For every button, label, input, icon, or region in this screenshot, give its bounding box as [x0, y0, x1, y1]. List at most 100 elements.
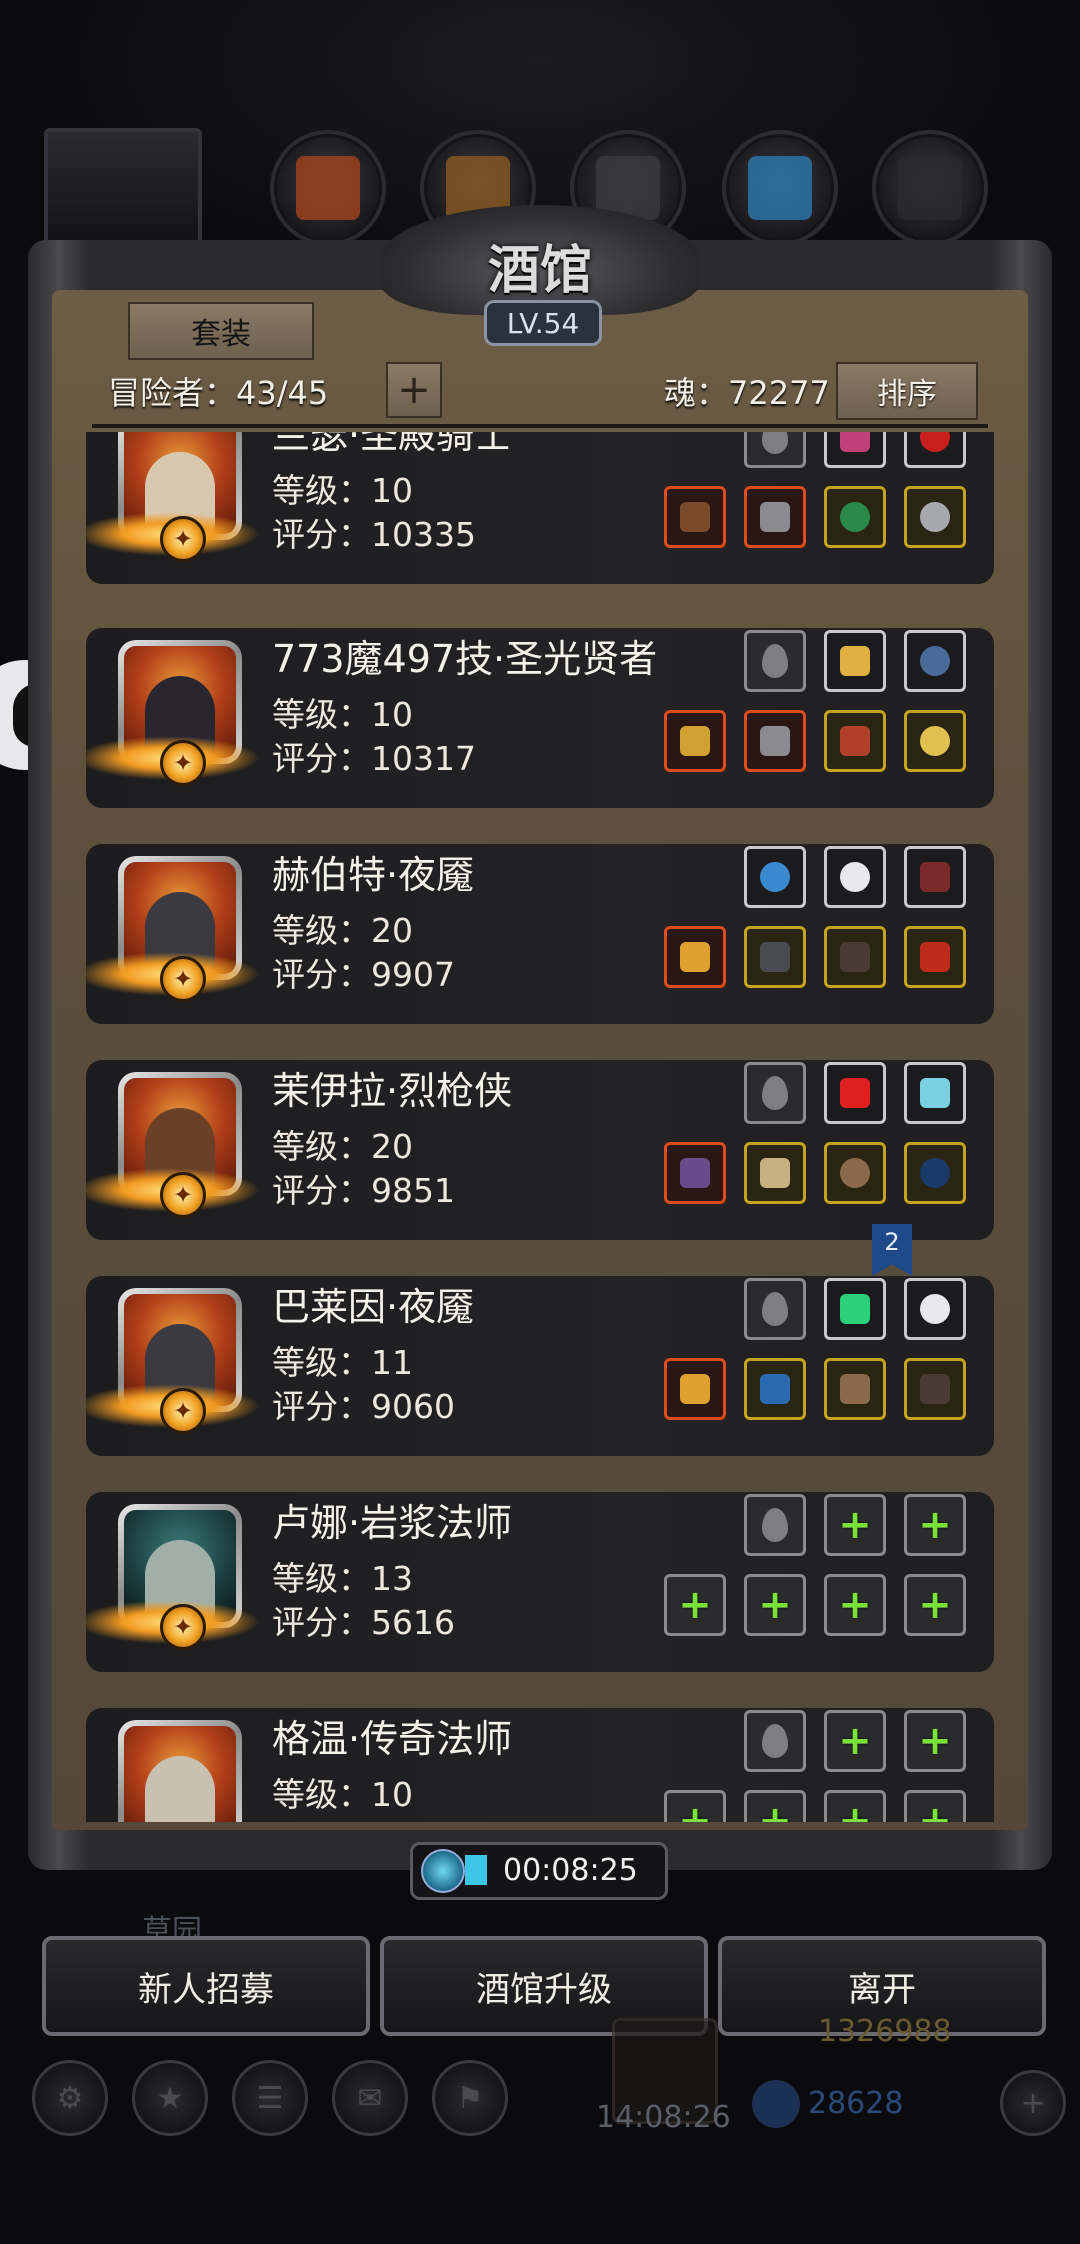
soul-slot[interactable] — [744, 432, 806, 468]
lantern-item-icon[interactable] — [824, 630, 886, 692]
tavern-level-badge: LV.54 — [484, 300, 602, 346]
hero-level: 等级：10 — [272, 471, 413, 510]
vase-item-icon[interactable] — [904, 1142, 966, 1204]
hero-score: 评分：5616 — [272, 1603, 455, 1642]
mail-icon[interactable]: ✉ — [332, 2060, 408, 2136]
necklace-item-icon[interactable] — [824, 486, 886, 548]
potion-item-icon[interactable] — [904, 926, 966, 988]
add-item-plus-icon[interactable]: + — [904, 1574, 966, 1636]
hero-score: 评分：10335 — [272, 515, 476, 554]
gold-amount: 1326988 — [818, 2014, 952, 2049]
recruit-button[interactable]: 新人招募 — [42, 1936, 370, 2036]
ring-item-icon[interactable] — [904, 710, 966, 772]
coral-item-icon[interactable] — [824, 432, 886, 468]
add-item-plus-icon[interactable]: + — [824, 1790, 886, 1822]
adventurer-count: 冒险者：43/45 — [108, 374, 329, 412]
add-item-plus-icon[interactable]: + — [824, 1574, 886, 1636]
stone-item-icon[interactable] — [904, 1278, 966, 1340]
star-badge-icon: ✦ — [160, 1604, 206, 1650]
star-badge-icon: ✦ — [160, 740, 206, 786]
add-item-plus-icon[interactable]: + — [904, 1494, 966, 1556]
hero-card[interactable]: 格温·传奇法师 等级：10 + + + + + + — [86, 1708, 994, 1822]
chest-armor-item-icon[interactable] — [744, 1358, 806, 1420]
hero-card[interactable]: ✦ 卢娜·岩浆法师 等级：13 评分：5616 + + + + + + — [86, 1492, 994, 1672]
add-item-plus-icon[interactable]: + — [824, 1494, 886, 1556]
hero-level: 等级：20 — [272, 1127, 413, 1166]
set-button[interactable]: 套装 — [128, 302, 314, 360]
stone-item-icon[interactable] — [824, 846, 886, 908]
soul-slot[interactable] — [744, 1062, 806, 1124]
handshake-icon[interactable]: ⚑ — [432, 2060, 508, 2136]
hero-list[interactable]: ✦ 兰瑟·圣殿骑士 等级：10 评分：10335 ✦ 773魔497技·圣光贤者… — [86, 432, 994, 1822]
hero-score: 评分：9060 — [272, 1387, 455, 1426]
horn-item-icon[interactable] — [904, 846, 966, 908]
star-badge-icon: ✦ — [160, 1172, 206, 1218]
mask-item-icon[interactable] — [744, 1142, 806, 1204]
hero-level: 等级：13 — [272, 1559, 413, 1598]
hero-card[interactable]: ✦ 773魔497技·圣光贤者 等级：10 评分：10317 — [86, 628, 994, 808]
armor-item-icon[interactable] — [744, 486, 806, 548]
gem-amount: 28628 — [808, 2086, 904, 2121]
soul-slot[interactable] — [744, 1278, 806, 1340]
page-title: 酒馆 — [487, 240, 592, 301]
cloak-item-icon[interactable] — [904, 1358, 966, 1420]
hammer-item-icon[interactable] — [664, 710, 726, 772]
add-item-plus-icon[interactable]: + — [904, 1710, 966, 1772]
header-divider — [92, 424, 988, 428]
skull-mask-item-icon[interactable] — [824, 1358, 886, 1420]
heart-item-icon[interactable] — [824, 710, 886, 772]
hero-card[interactable]: ✦ 兰瑟·圣殿骑士 等级：10 评分：10335 — [86, 432, 994, 584]
timer-progress — [465, 1855, 487, 1885]
armor-item-icon[interactable] — [744, 926, 806, 988]
emerald-item-icon[interactable] — [824, 1278, 886, 1340]
hero-name: 兰瑟·圣殿骑士 — [272, 432, 513, 457]
add-item-plus-icon[interactable]: + — [904, 1790, 966, 1822]
add-item-plus-icon[interactable]: + — [744, 1574, 806, 1636]
soul-slot[interactable] — [744, 630, 806, 692]
ruby-item-icon[interactable] — [904, 432, 966, 468]
hero-card[interactable]: ✦ 茉伊拉·烈枪侠 等级：20 评分：9851 — [86, 1060, 994, 1240]
armor-item-icon[interactable] — [744, 710, 806, 772]
soul-slot[interactable] — [744, 1710, 806, 1772]
clock-text: 14:08:26 — [596, 2100, 731, 2135]
hero-card[interactable]: ✦ 巴莱因·夜魇 等级：11 评分：9060 2 — [86, 1224, 994, 1456]
add-item-plus-icon[interactable]: + — [744, 1790, 806, 1822]
hero-name: 赫伯特·夜魇 — [272, 853, 475, 897]
add-item-plus-icon[interactable]: + — [664, 1790, 726, 1822]
chat-icon[interactable]: ☰ — [232, 2060, 308, 2136]
star-icon[interactable]: ★ — [132, 2060, 208, 2136]
add-item-plus-icon[interactable]: + — [664, 1574, 726, 1636]
clock-icon — [421, 1849, 465, 1893]
crystal-item-icon[interactable] — [904, 1062, 966, 1124]
hero-name: 773魔497技·圣光贤者 — [272, 637, 658, 681]
cloak-item-icon[interactable] — [824, 926, 886, 988]
amulet-item-icon[interactable] — [904, 486, 966, 548]
settings-icon[interactable]: ⚙ — [32, 2060, 108, 2136]
axe-item-icon[interactable] — [664, 486, 726, 548]
hero-level: 等级：11 — [272, 1343, 413, 1382]
soul-slot[interactable] — [744, 1494, 806, 1556]
add-currency-icon[interactable]: + — [1000, 2070, 1066, 2136]
hero-name: 格温·传奇法师 — [272, 1717, 513, 1761]
ruby-item-icon[interactable] — [824, 1062, 886, 1124]
hero-name: 卢娜·岩浆法师 — [272, 1501, 513, 1545]
hero-name: 巴莱因·夜魇 — [272, 1285, 475, 1329]
hero-level: 等级：10 — [272, 695, 413, 734]
hero-score: 评分：9851 — [272, 1171, 455, 1210]
sword-item-icon[interactable] — [664, 926, 726, 988]
shield-item-icon[interactable] — [824, 1142, 886, 1204]
hero-score: 评分：10317 — [272, 739, 476, 778]
add-item-plus-icon[interactable]: + — [824, 1710, 886, 1772]
sword-item-icon[interactable] — [664, 1358, 726, 1420]
pendant-item-icon[interactable] — [904, 630, 966, 692]
add-slot-button[interactable]: + — [386, 362, 442, 418]
spear-item-icon[interactable] — [664, 1142, 726, 1204]
sort-button[interactable]: 排序 — [836, 362, 978, 420]
star-badge-icon: ✦ — [160, 956, 206, 1002]
hero-card[interactable]: ✦ 赫伯特·夜魇 等级：20 评分：9907 — [86, 844, 994, 1024]
hero-level: 等级：20 — [272, 911, 413, 950]
hero-name: 茉伊拉·烈枪侠 — [272, 1069, 513, 1113]
star-badge-icon: ✦ — [160, 1388, 206, 1434]
orb-item-icon[interactable] — [744, 846, 806, 908]
soul-count: 魂：72277 — [664, 374, 830, 412]
